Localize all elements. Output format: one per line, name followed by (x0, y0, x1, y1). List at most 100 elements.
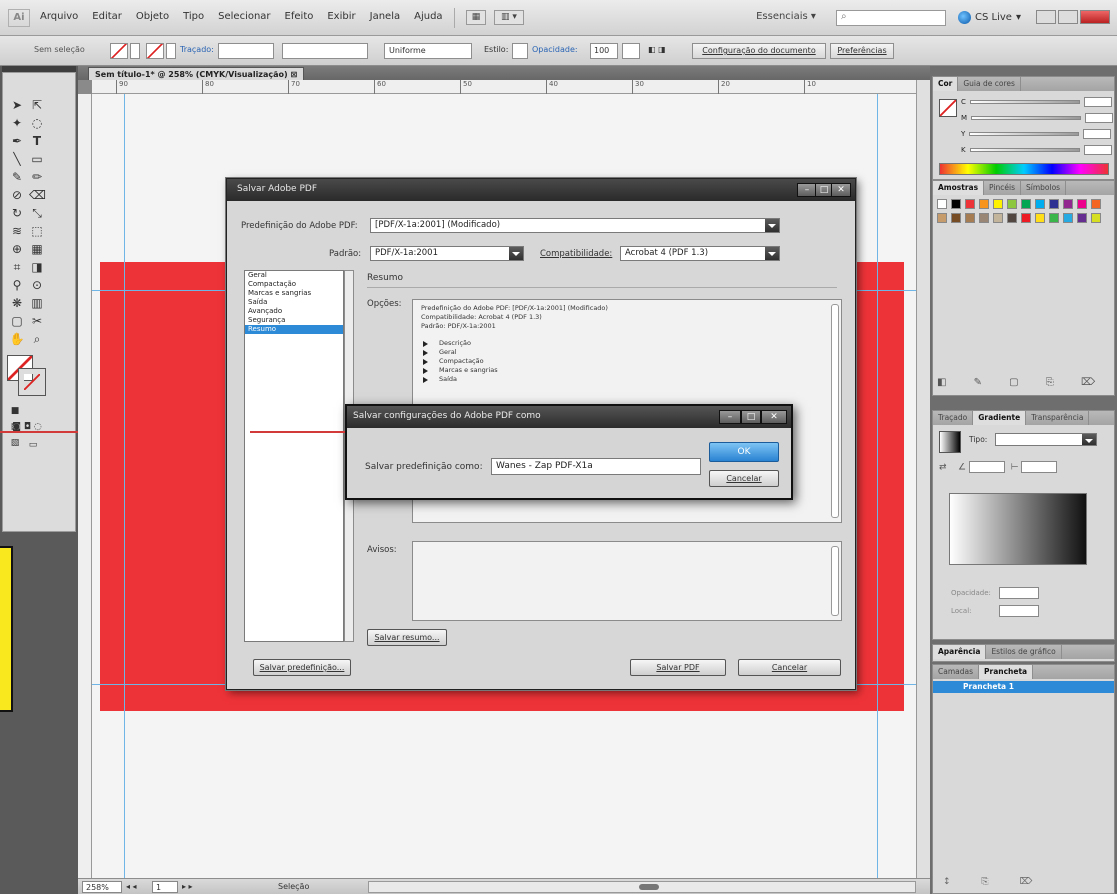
bridge-button[interactable]: ▦ (466, 10, 486, 25)
gradient-type-select[interactable] (995, 433, 1097, 446)
maximize-icon[interactable] (1058, 10, 1078, 24)
horizontal-scrollbar[interactable] (368, 881, 916, 893)
yellow-value[interactable] (1083, 129, 1112, 139)
stroke-dropdown-icon[interactable] (166, 43, 176, 59)
document-setup-button[interactable]: Configuração do documento (692, 43, 826, 59)
color-swatch[interactable] (951, 213, 961, 223)
close-icon[interactable] (1080, 10, 1110, 24)
pencil-icon[interactable]: ✏ (29, 169, 45, 185)
stroke-label[interactable]: Traçado: (180, 43, 214, 59)
cs-live-button[interactable]: CS Live ▾ (958, 11, 1021, 24)
save-preset-button[interactable]: Salvar predefinição... (253, 659, 351, 676)
yellow-slider[interactable] (969, 132, 1080, 136)
gradient-slider[interactable] (949, 493, 1087, 565)
category-avancado[interactable]: Avançado (245, 307, 343, 316)
tab-aparencia[interactable]: Aparência (933, 645, 987, 659)
dialog-minimize-icon[interactable]: – (797, 183, 817, 197)
compat-select[interactable]: Acrobat 4 (PDF 1.3) (620, 246, 780, 261)
stroke-weight-field[interactable] (218, 43, 274, 59)
artboard-footer-icons[interactable]: ↕ ⎘ ⌦ (933, 877, 1114, 891)
tab-amostras[interactable]: Amostras (933, 181, 985, 195)
free-transform-icon[interactable]: ⬚ (29, 223, 45, 239)
category-saida[interactable]: Saída (245, 298, 343, 307)
shape-builder-icon[interactable]: ⊕ (9, 241, 25, 257)
save-pdf-button[interactable]: Salvar PDF (630, 659, 726, 676)
save-summary-button[interactable]: Salvar resumo... (367, 629, 447, 646)
perspective-grid-icon[interactable]: ▦ (29, 241, 45, 257)
tab-transparencia[interactable]: Transparência (1026, 411, 1090, 425)
type-tool-icon[interactable]: T (29, 133, 45, 149)
warp-tool-icon[interactable]: ≋ (9, 223, 25, 239)
opacity-field[interactable]: 100 (590, 43, 618, 59)
search-input[interactable]: ⌕ (836, 10, 946, 26)
selection-tool-icon[interactable]: ➤ (9, 97, 25, 113)
swatch-panel-footer-icons[interactable]: ◧ ✎ ▢ ⎘ ⌦ (937, 377, 1109, 391)
menu-tipo[interactable]: Tipo (183, 11, 204, 22)
color-swatch[interactable] (1021, 199, 1031, 209)
symbol-sprayer-icon[interactable]: ❋ (9, 295, 25, 311)
eraser-icon[interactable]: ⌫ (29, 187, 46, 203)
aspect-field[interactable] (1021, 461, 1058, 473)
cyan-value[interactable] (1083, 97, 1112, 107)
arrange-documents-button[interactable]: ▥ ▾ (494, 10, 524, 25)
category-marcas[interactable]: Marcas e sangrias (245, 289, 343, 298)
rectangle-tool-icon[interactable]: ▭ (29, 151, 45, 167)
color-swatch[interactable] (965, 213, 975, 223)
scale-tool-icon[interactable]: ⤡ (29, 205, 45, 221)
tree-item[interactable]: Descrição (421, 339, 833, 348)
preferences-button[interactable]: Preferências (830, 43, 894, 59)
preset-name-input[interactable]: Wanes - Zap PDF-X1a (491, 458, 701, 475)
tree-item[interactable]: Saída (421, 375, 833, 384)
magic-wand-icon[interactable]: ✦ (9, 115, 25, 131)
line-tool-icon[interactable]: ╲ (9, 151, 25, 167)
color-swatch[interactable] (1063, 199, 1073, 209)
gradient-opacity-field[interactable] (999, 587, 1039, 599)
menu-arquivo[interactable]: Arquivo (40, 11, 78, 22)
menu-selecionar[interactable]: Selecionar (218, 11, 270, 22)
lasso-icon[interactable]: ◌ (29, 115, 45, 131)
color-swatch[interactable] (1091, 213, 1101, 223)
gradient-location-field[interactable] (999, 605, 1039, 617)
category-resumo[interactable]: Resumo (245, 325, 343, 334)
color-swatch[interactable] (1091, 199, 1101, 209)
pen-tool-icon[interactable]: ✒ (9, 133, 25, 149)
dialog-close-icon[interactable]: ✕ (831, 183, 851, 197)
tab-estilos-de-grafico[interactable]: Estilos de gráfico (986, 645, 1062, 659)
category-seguranca[interactable]: Segurança (245, 316, 343, 325)
magenta-value[interactable] (1085, 113, 1114, 123)
blob-brush-icon[interactable]: ⊘ (9, 187, 25, 203)
minimize-icon[interactable] (1036, 10, 1056, 24)
opacity-stepper[interactable] (622, 43, 640, 59)
black-value[interactable] (1083, 145, 1112, 155)
tree-item[interactable]: Compactação (421, 357, 833, 366)
stroke-color-icon[interactable] (18, 368, 46, 396)
page-nav-next-icon[interactable]: ▸ ▸ (182, 881, 212, 893)
document-tab[interactable]: Sem título-1* @ 258% (CMYK/Visualização)… (88, 67, 305, 80)
stroke-swatch[interactable] (146, 43, 164, 59)
color-spectrum[interactable] (939, 163, 1109, 175)
options-scrollbar[interactable] (831, 304, 839, 518)
angle-field[interactable] (968, 461, 1005, 473)
menu-janela[interactable]: Janela (370, 11, 400, 22)
color-swatch[interactable] (993, 213, 1003, 223)
cancel-preset-button[interactable]: Cancelar (709, 470, 779, 487)
menu-editar[interactable]: Editar (92, 11, 122, 22)
vertical-scrollbar[interactable] (916, 80, 930, 878)
tab-simbolos[interactable]: Símbolos (1021, 181, 1067, 195)
preset-close-icon[interactable]: ✕ (761, 410, 787, 424)
cyan-slider[interactable] (969, 100, 1080, 104)
cancel-pdf-button[interactable]: Cancelar (738, 659, 841, 676)
tab-prancheta[interactable]: Prancheta (979, 665, 1034, 679)
tab-cor[interactable]: Cor (933, 77, 959, 91)
menu-ajuda[interactable]: Ajuda (414, 11, 442, 22)
tab-pinceis[interactable]: Pincéis (984, 181, 1021, 195)
paintbrush-icon[interactable]: ✎ (9, 169, 25, 185)
magenta-slider[interactable] (971, 116, 1082, 120)
color-swatch[interactable] (1035, 213, 1045, 223)
recolor-icon[interactable]: ◧ ◨ (648, 43, 684, 59)
color-swatch[interactable] (1077, 213, 1087, 223)
color-swatch[interactable] (937, 213, 947, 223)
variable-width-field[interactable] (282, 43, 368, 59)
mesh-tool-icon[interactable]: ⌗ (9, 259, 25, 275)
black-slider[interactable] (969, 148, 1080, 152)
